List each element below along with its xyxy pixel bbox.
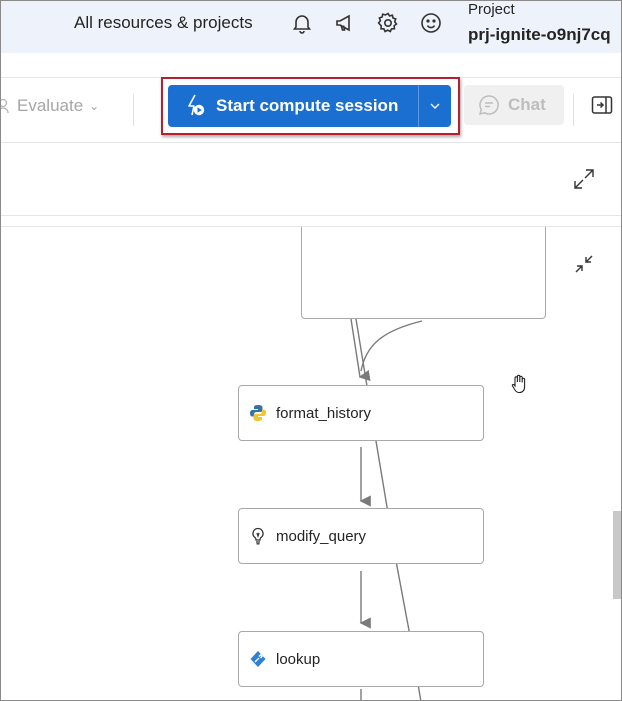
- window-frame: All resources & projects Project prj-ign…: [0, 0, 622, 701]
- bell-icon[interactable]: [290, 11, 314, 35]
- toolbar-divider: [133, 94, 134, 126]
- gear-icon[interactable]: [376, 11, 400, 35]
- project-label: Project: [468, 1, 515, 18]
- evaluate-button[interactable]: Evaluate ⌄: [1, 96, 99, 116]
- vertical-scrollbar[interactable]: [613, 511, 621, 599]
- start-compute-session-button[interactable]: Start compute session: [168, 85, 451, 127]
- toolbar-divider: [573, 94, 574, 126]
- chat-icon: [478, 95, 499, 116]
- node-label: lookup: [276, 650, 321, 668]
- hand-cursor-icon: [511, 374, 526, 394]
- side-panel-icon[interactable]: [590, 93, 614, 117]
- project-name[interactable]: prj-ignite-o9nj7cq: [468, 25, 611, 45]
- chat-label: Chat: [508, 95, 546, 114]
- megaphone-icon[interactable]: [334, 11, 358, 35]
- section-divider: [1, 142, 621, 143]
- chat-button[interactable]: Chat: [464, 85, 564, 125]
- node-label: modify_query: [276, 527, 367, 545]
- compute-session-icon: [188, 94, 205, 116]
- section-divider: [1, 215, 621, 216]
- chevron-down-icon: [430, 103, 440, 109]
- python-icon: [250, 405, 266, 421]
- flow-node-format-history[interactable]: format_history: [238, 385, 484, 441]
- smiley-icon[interactable]: [419, 11, 443, 35]
- start-compute-session-main[interactable]: Start compute session: [168, 85, 419, 127]
- expand-icon[interactable]: [572, 167, 596, 191]
- top-header: All resources & projects Project prj-ign…: [1, 1, 621, 53]
- node-label: format_history: [276, 404, 372, 422]
- start-compute-dropdown[interactable]: [419, 85, 451, 127]
- all-resources-link[interactable]: All resources & projects: [74, 13, 253, 33]
- user-icon: [1, 98, 9, 114]
- evaluate-label: Evaluate: [17, 96, 84, 115]
- chevron-down-icon: ⌄: [89, 99, 100, 113]
- start-compute-session-label: Start compute session: [216, 96, 399, 115]
- tool-icon: [250, 651, 266, 667]
- flow-node-lookup[interactable]: lookup: [238, 631, 484, 687]
- upstream-node[interactable]: [301, 227, 546, 319]
- lightbulb-icon: [252, 527, 264, 545]
- flow-node-modify-query[interactable]: modify_query: [238, 508, 484, 564]
